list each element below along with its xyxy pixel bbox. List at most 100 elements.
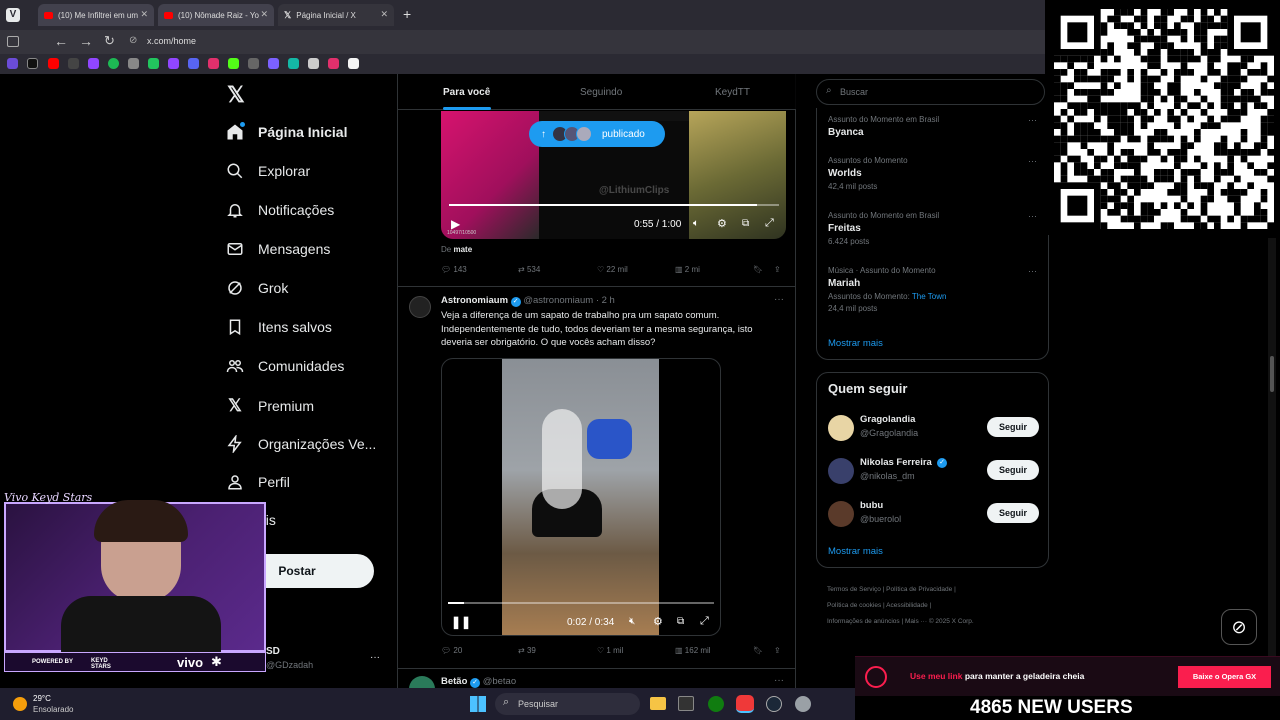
terminal-icon[interactable] <box>678 696 694 711</box>
nav-item-organizations[interactable]: Organizações Ve... <box>226 435 376 453</box>
follow-row[interactable]: bubu @buerolol Seguir <box>828 499 1040 529</box>
grok-floating-button[interactable]: ⊘ <box>1221 609 1257 645</box>
bookmark-icon[interactable] <box>328 58 339 69</box>
bookmark-icon[interactable] <box>208 58 219 69</box>
avatar[interactable] <box>409 296 431 318</box>
source-name[interactable]: mate <box>453 245 472 254</box>
scrollbar-thumb[interactable] <box>1270 356 1274 392</box>
bookmark-icon[interactable] <box>288 58 299 69</box>
folder-icon[interactable] <box>650 697 666 710</box>
like-button[interactable]: ♡ 22 mil <box>597 265 628 274</box>
follow-row[interactable]: Gragolandia @Gragolandia Seguir <box>828 413 1040 443</box>
trend-extra-link[interactable]: The Town <box>912 292 947 301</box>
views-button[interactable]: ▥ 162 mil <box>675 646 711 655</box>
follow-button[interactable]: Seguir <box>987 460 1039 480</box>
url-field[interactable]: x.com/home <box>147 36 196 46</box>
trend-item[interactable]: Assunto do Momento em Brasil Byanca ··· <box>828 115 1038 138</box>
back-icon[interactable]: ← <box>54 33 68 49</box>
nav-item-communities[interactable]: Comunidades <box>226 357 344 375</box>
footer-link[interactable]: Política de Privacidade <box>886 586 952 593</box>
bookmark-icon[interactable] <box>27 58 38 69</box>
settings-icon[interactable]: ⚙︎ <box>653 615 663 628</box>
nav-item-bookmarks[interactable]: Itens salvos <box>226 318 332 336</box>
nav-item-messages[interactable]: Mensagens <box>226 240 330 258</box>
footer-link[interactable]: Acessibilidade <box>886 602 928 609</box>
share-button[interactable]: ⇪ <box>774 265 781 274</box>
browser-tab-active[interactable]: 𝕏 Página Inicial / X ✕ <box>278 4 394 26</box>
trend-item[interactable]: Música · Assunto do Momento Mariah Assun… <box>828 266 1038 313</box>
author-name[interactable]: Astronomiaum <box>441 295 508 306</box>
bookmark-button[interactable]: 🔖︎ <box>753 265 763 274</box>
play-icon[interactable]: ▶ <box>451 217 460 231</box>
new-posts-pill[interactable]: ↑ publicado <box>529 121 665 147</box>
follow-button[interactable]: Seguir <box>987 503 1039 523</box>
reply-button[interactable]: 💬︎ 20 <box>441 646 462 655</box>
nav-item-premium[interactable]: 𝕏 Premium <box>226 396 314 416</box>
bookmark-icon[interactable] <box>68 58 79 69</box>
close-icon[interactable]: ✕ <box>140 9 148 20</box>
tweet-more-button[interactable]: ··· <box>774 294 784 305</box>
settings-icon[interactable]: ⚙︎ <box>717 217 727 230</box>
retweet-button[interactable]: ⇄ 39 <box>518 646 536 655</box>
show-more-link[interactable]: Mostrar mais <box>828 546 883 557</box>
account-more-button[interactable]: ··· <box>370 652 380 663</box>
new-tab-button[interactable]: + <box>403 6 411 22</box>
author-handle[interactable]: @betao <box>483 676 516 687</box>
like-button[interactable]: ♡ 1 mil <box>597 646 623 655</box>
fullscreen-icon[interactable]: ⤢ <box>765 217 774 230</box>
bookmark-icon[interactable] <box>188 58 199 69</box>
volume-icon[interactable]: 🔈︎ <box>693 218 699 229</box>
nav-item-grok[interactable]: Grok <box>226 279 288 297</box>
bookmark-icon[interactable] <box>148 58 159 69</box>
bookmark-icon[interactable] <box>48 58 59 69</box>
xbox-icon[interactable] <box>708 696 724 712</box>
bookmark-icon[interactable] <box>128 58 139 69</box>
video-player[interactable]: ❚❚ 0:02 / 0:34 🔇︎ ⚙︎ ⧉ ⤢ <box>441 358 721 636</box>
fullscreen-icon[interactable]: ⤢ <box>700 615 709 628</box>
footer-link[interactable]: Mais ··· <box>905 618 927 625</box>
show-more-link[interactable]: Mostrar mais <box>828 338 883 349</box>
search-input[interactable]: Buscar <box>840 87 868 97</box>
browser-tab[interactable]: (10) Nômade Raiz - Yo ✕ <box>158 4 274 26</box>
app-icon[interactable] <box>795 696 811 712</box>
reload-icon[interactable]: ↻ <box>104 33 115 49</box>
search-box[interactable]: ⌕ Buscar <box>816 79 1045 105</box>
browser-menu-icon[interactable]: V <box>6 8 20 22</box>
footer-link[interactable]: Política de cookies <box>827 602 881 609</box>
pause-icon[interactable]: ❚❚ <box>451 615 471 629</box>
reply-button[interactable]: 💬︎ 143 <box>441 265 467 274</box>
sidebar-toggle-icon[interactable] <box>7 36 19 47</box>
bookmark-icon[interactable] <box>108 58 119 69</box>
bookmark-icon[interactable] <box>308 58 319 69</box>
tweet-more-button[interactable]: ··· <box>774 675 784 686</box>
nav-item-explore[interactable]: Explorar <box>226 162 310 180</box>
windows-start-icon[interactable] <box>470 696 486 712</box>
trend-more-button[interactable]: ··· <box>1028 115 1037 125</box>
opera-gx-button[interactable]: Baixe o Opera GX <box>1178 666 1271 688</box>
trend-more-button[interactable]: ··· <box>1028 211 1037 221</box>
tab-keydtt[interactable]: KeydTT <box>715 87 750 98</box>
bookmark-icon[interactable] <box>268 58 279 69</box>
bookmark-icon[interactable] <box>88 58 99 69</box>
bookmark-button[interactable]: 🔖︎ <box>753 646 763 655</box>
taskbar-search[interactable]: ⌕ Pesquisar <box>495 693 640 715</box>
close-icon[interactable]: ✕ <box>380 9 388 20</box>
tab-for-you[interactable]: Para você <box>443 87 490 98</box>
author-name[interactable]: Betão <box>441 676 467 687</box>
video-progress-track[interactable] <box>448 602 714 604</box>
browser-tab[interactable]: (10) Me Infiltrei em um ✕ <box>38 4 154 26</box>
follow-row[interactable]: Nikolas Ferreira ✓ @nikolas_dm Seguir <box>828 456 1040 486</box>
trend-more-button[interactable]: ··· <box>1028 156 1037 166</box>
nav-item-notifications[interactable]: Notificações <box>226 201 334 219</box>
retweet-button[interactable]: ⇄ 534 <box>518 265 540 274</box>
footer-link[interactable]: Informações de anúncios <box>827 618 900 625</box>
share-button[interactable]: ⇪ <box>774 646 781 655</box>
page-scrollbar[interactable] <box>1268 238 1276 688</box>
trend-item[interactable]: Assuntos do Momento Worlds 42,4 mil post… <box>828 156 1038 191</box>
forward-icon[interactable]: → <box>79 33 93 49</box>
bookmark-icon[interactable] <box>168 58 179 69</box>
author-handle[interactable]: @astronomiaum <box>523 295 593 306</box>
footer-link[interactable]: Termos de Serviço <box>827 586 881 593</box>
bookmark-icon[interactable] <box>228 58 239 69</box>
views-button[interactable]: ▥ 2 mi <box>675 265 700 274</box>
